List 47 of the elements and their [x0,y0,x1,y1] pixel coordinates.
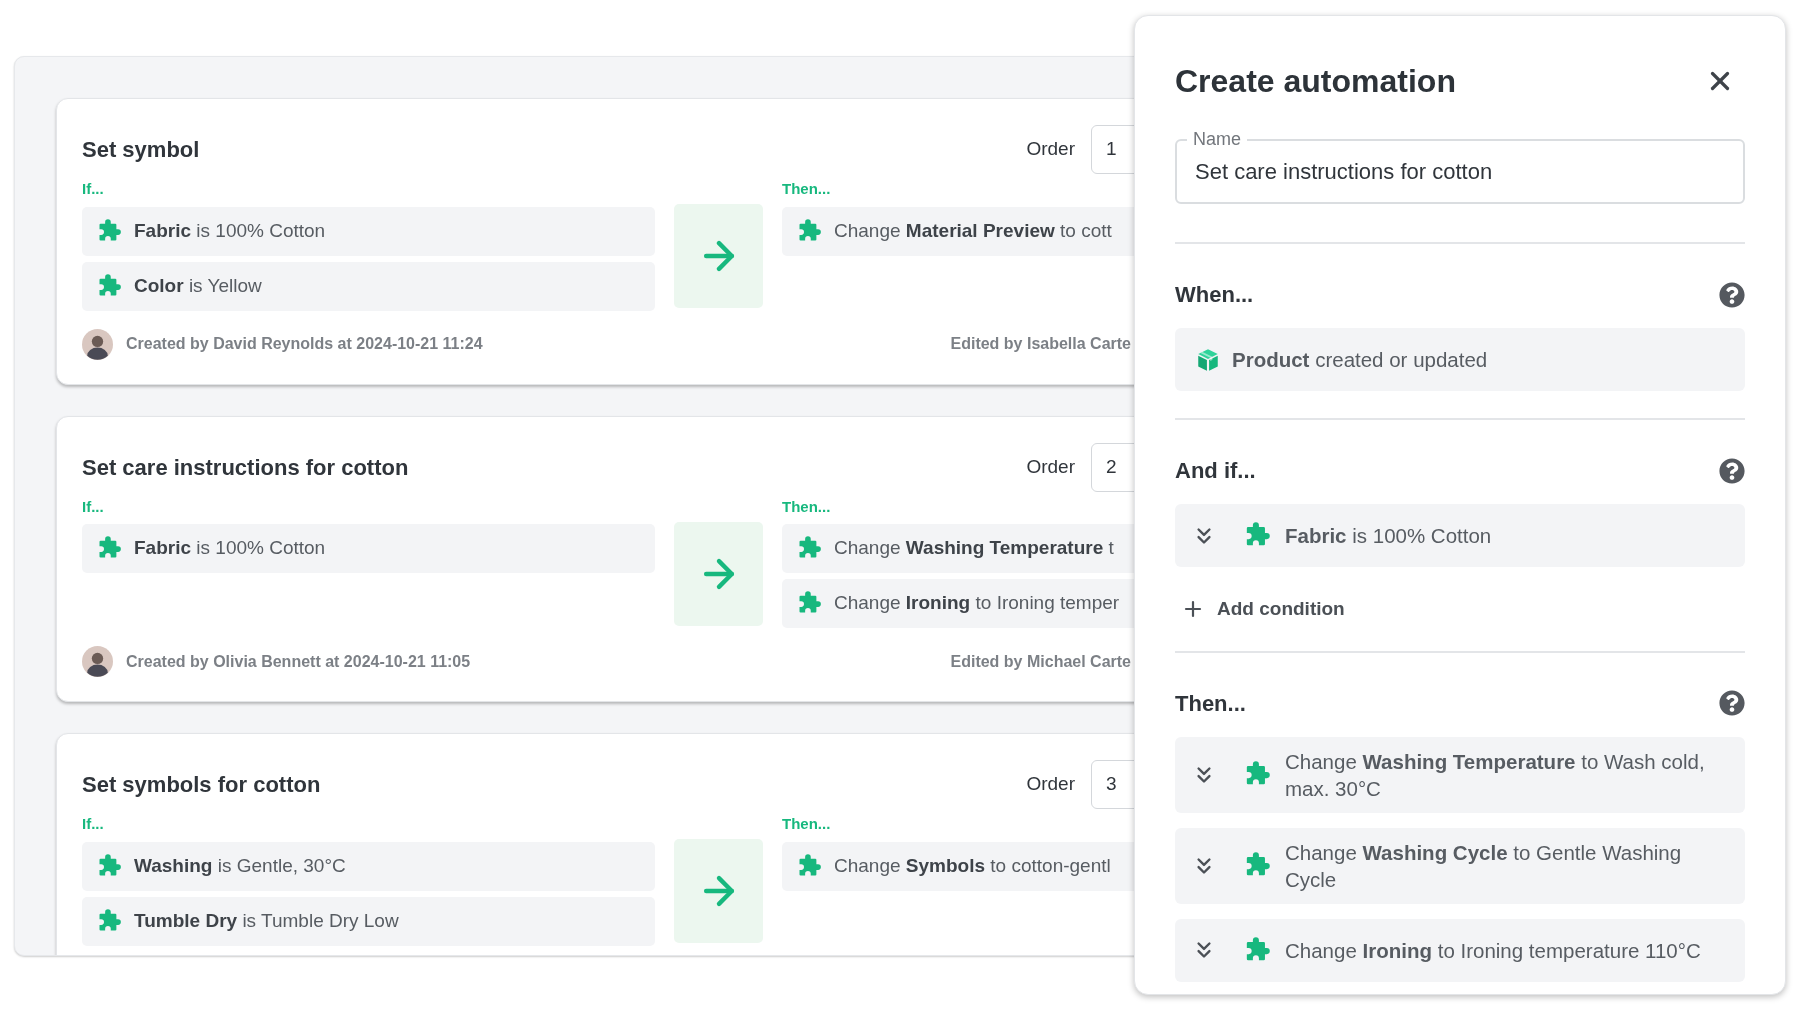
avatar [82,646,113,677]
step-text: Change Washing Cycle to Gentle Washing Cycle [1285,839,1683,893]
section-heading: Then... [1175,689,1246,718]
if-label: If... [82,814,105,834]
order-label: Order [1026,137,1075,162]
step-text: Change Washing Temperature to Wash cold, max. 30°C [1285,748,1705,802]
condition-text: Change Ironing to Ironing temper [834,591,1120,616]
step-text: Product created or updated [1232,347,1488,373]
help-icon[interactable] [1719,281,1745,308]
rule-title: Set care instructions for cotton [82,453,410,482]
condition-text: Tumble Dry is Tumble Dry Low [134,908,399,933]
if-label: If... [82,179,105,199]
step-row[interactable]: Fabric is 100% Cotton [1175,504,1745,567]
section-heading: When... [1175,281,1254,309]
condition-text: Washing is Gentle, 30°C [134,853,346,878]
condition-text: Color is Yellow [134,273,262,298]
condition-text: Fabric is 100% Cotton [134,218,326,243]
order-label: Order [1026,772,1075,797]
step-row[interactable]: Change Washing Temperature to Wash cold, max. 30°C [1175,736,1745,813]
avatar [82,328,113,360]
then-label: Then... [782,814,832,834]
condition-text: Change Washing Temperature t [834,536,1114,561]
rule-title: Set symbols for cotton [82,771,322,799]
trigger-row[interactable]: Product created or updated [1175,328,1745,391]
step-text: Fabric is 100% Cotton [1285,523,1492,549]
step-row[interactable]: Change Ironing to Ironing temperature 110°C [1175,918,1745,982]
section-heading: And if... [1175,457,1256,485]
name-value: Set care instructions for cotton [1195,158,1493,186]
edited-info: Edited by Michael Carte [950,651,1131,672]
created-info: Created by Olivia Bennett at 2024-10-21 11:05 [126,651,472,672]
then-label: Then... [782,179,832,199]
condition-text: Change Symbols to cotton-gentl [834,853,1111,878]
created-info: Created by David Reynolds at 2024-10-21 11:24 [126,334,484,354]
condition-text: Change Material Preview to cott [834,218,1112,243]
rule-title: Set symbol [82,136,201,164]
edited-info: Edited by Isabella Carte [950,334,1131,354]
step-row[interactable]: Change Washing Cycle to Gentle Washing Cycle [1175,827,1745,904]
help-icon[interactable] [1719,690,1745,716]
box-icon [1195,346,1221,373]
then-label: Then... [782,496,832,517]
order-label: Order [1026,454,1075,479]
if-label: If... [82,496,105,517]
condition-text: Fabric is 100% Cotton [134,536,326,561]
dialog-title: Create automation [1175,62,1456,101]
add-condition-button[interactable]: Add condition [1181,595,1345,624]
help-icon[interactable] [1719,457,1745,484]
step-text: Change Ironing to Ironing temperature 110°C [1285,937,1701,964]
